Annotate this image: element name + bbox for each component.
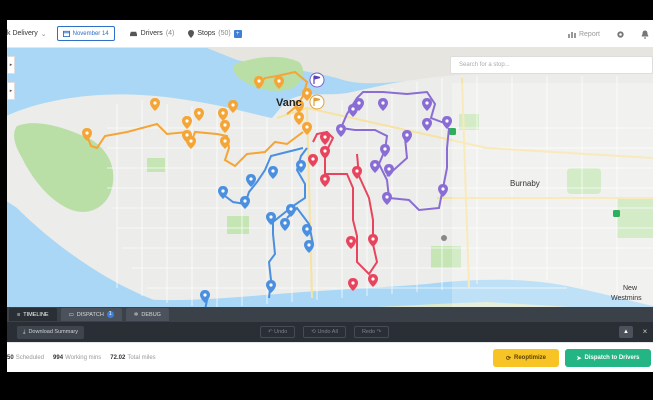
sidebar-expand-button[interactable]: ▸: [7, 56, 15, 74]
add-stop-icon[interactable]: +: [233, 29, 242, 38]
app-window: k Delivery ⌄ November 14 Drivers (4) Sto…: [7, 20, 653, 372]
status-bar: 50 Scheduled 994 Working mins 72.02 Total m…: [7, 342, 653, 372]
drivers-count: (4): [165, 30, 175, 37]
map-label-burnaby: Burnaby: [510, 179, 540, 188]
map-label-new-westminster: New: [623, 285, 638, 292]
panel-tabs: ≡ TIMELINE ▭ DISPATCH 1 ✲ DEBUG: [7, 307, 653, 322]
calendar-icon: [62, 30, 70, 37]
total-miles-value: 72.02: [110, 354, 126, 361]
app-menu-label: k Delivery: [7, 30, 38, 37]
poi-icon: [441, 235, 447, 241]
tab-dispatch[interactable]: ▭ DISPATCH 1: [60, 308, 122, 321]
dispatch-label: Dispatch to Drivers: [584, 355, 640, 361]
dispatch-icon: ▭: [68, 311, 74, 318]
map-label-vancouver: Vanc: [276, 97, 302, 109]
chevron-up-icon[interactable]: ▲: [619, 326, 633, 338]
app-menu[interactable]: k Delivery ⌄: [7, 30, 47, 38]
redo-label: Redo: [361, 329, 376, 335]
refresh-icon: ⟳: [505, 355, 511, 362]
dispatch-to-drivers-button[interactable]: ➤ Dispatch to Drivers: [565, 349, 651, 367]
date-label: November 14: [72, 30, 109, 37]
drivers-toggle[interactable]: Drivers (4): [129, 30, 175, 37]
total-miles-label: Total miles: [127, 354, 156, 361]
reoptimize-button[interactable]: ⟳ Reoptimize: [493, 349, 559, 367]
undo-label: Undo: [274, 329, 288, 335]
date-picker[interactable]: November 14: [56, 26, 115, 41]
map-canvas[interactable]: Vanc Burnaby New Westmins: [7, 48, 653, 322]
car-icon: [129, 31, 137, 37]
sidebar-expand-button-2[interactable]: ▸: [7, 82, 15, 100]
tab-timeline-label: TIMELINE: [23, 311, 49, 318]
top-right-actions: Report: [567, 20, 653, 48]
tab-dispatch-label: DISPATCH: [76, 311, 104, 318]
close-icon[interactable]: ×: [639, 326, 651, 338]
timeline-icon: ≡: [17, 311, 21, 318]
bar-chart-icon: [567, 31, 576, 38]
undo-button[interactable]: ↶ Undo: [260, 326, 296, 338]
total-miles-stat: 72.02 Total miles: [110, 355, 155, 361]
redo-button[interactable]: Redo ↷: [353, 326, 390, 338]
download-icon: ⤓: [23, 328, 26, 335]
transit-icon: [613, 210, 620, 217]
stops-toggle[interactable]: Stops (50) +: [188, 29, 242, 38]
pin-icon: [188, 29, 195, 38]
scheduled-value: 50: [7, 354, 14, 361]
working-mins-label: Working mins: [65, 354, 102, 361]
stops-label: Stops: [197, 30, 216, 37]
undo-all-label: Undo All: [317, 329, 338, 335]
panel-toolbar: ⤓ Download Summary ↶ Undo ⟲ Undo All Red…: [7, 322, 653, 342]
tab-debug[interactable]: ✲ DEBUG: [125, 308, 169, 321]
working-mins-stat: 994 Working mins: [53, 355, 101, 361]
gear-icon[interactable]: [616, 30, 625, 39]
dispatch-badge: 1: [106, 311, 114, 318]
tab-timeline[interactable]: ≡ TIMELINE: [9, 308, 57, 321]
scheduled-stat: 50 Scheduled: [7, 355, 44, 361]
stop-search-input[interactable]: Search for a stop...: [450, 56, 653, 74]
reoptimize-label: Reoptimize: [514, 355, 547, 361]
transit-icon: [449, 128, 456, 135]
route-map[interactable]: Vanc Burnaby New Westmins Search for a s…: [7, 48, 653, 322]
download-summary-label: Download Summary: [28, 329, 78, 335]
tab-debug-label: DEBUG: [141, 311, 161, 318]
top-bar: k Delivery ⌄ November 14 Drivers (4) Sto…: [7, 20, 653, 48]
download-summary-button[interactable]: ⤓ Download Summary: [17, 325, 84, 339]
bug-icon: ✲: [133, 311, 139, 318]
drivers-label: Drivers: [140, 30, 163, 37]
stops-count: (50): [218, 30, 231, 37]
scheduled-label: Scheduled: [15, 354, 45, 361]
history-controls: ↶ Undo ⟲ Undo All Redo ↷: [260, 326, 390, 338]
map-label-new-westminster-2: Westmins: [611, 295, 642, 302]
undo-all-button[interactable]: ⟲ Undo All: [303, 326, 346, 338]
working-mins-value: 994: [53, 354, 64, 361]
chevron-down-icon: ⌄: [40, 30, 47, 38]
bell-icon[interactable]: [641, 30, 649, 39]
send-icon: ➤: [576, 355, 582, 362]
report-button[interactable]: Report: [567, 30, 600, 38]
report-label: Report: [578, 30, 600, 38]
